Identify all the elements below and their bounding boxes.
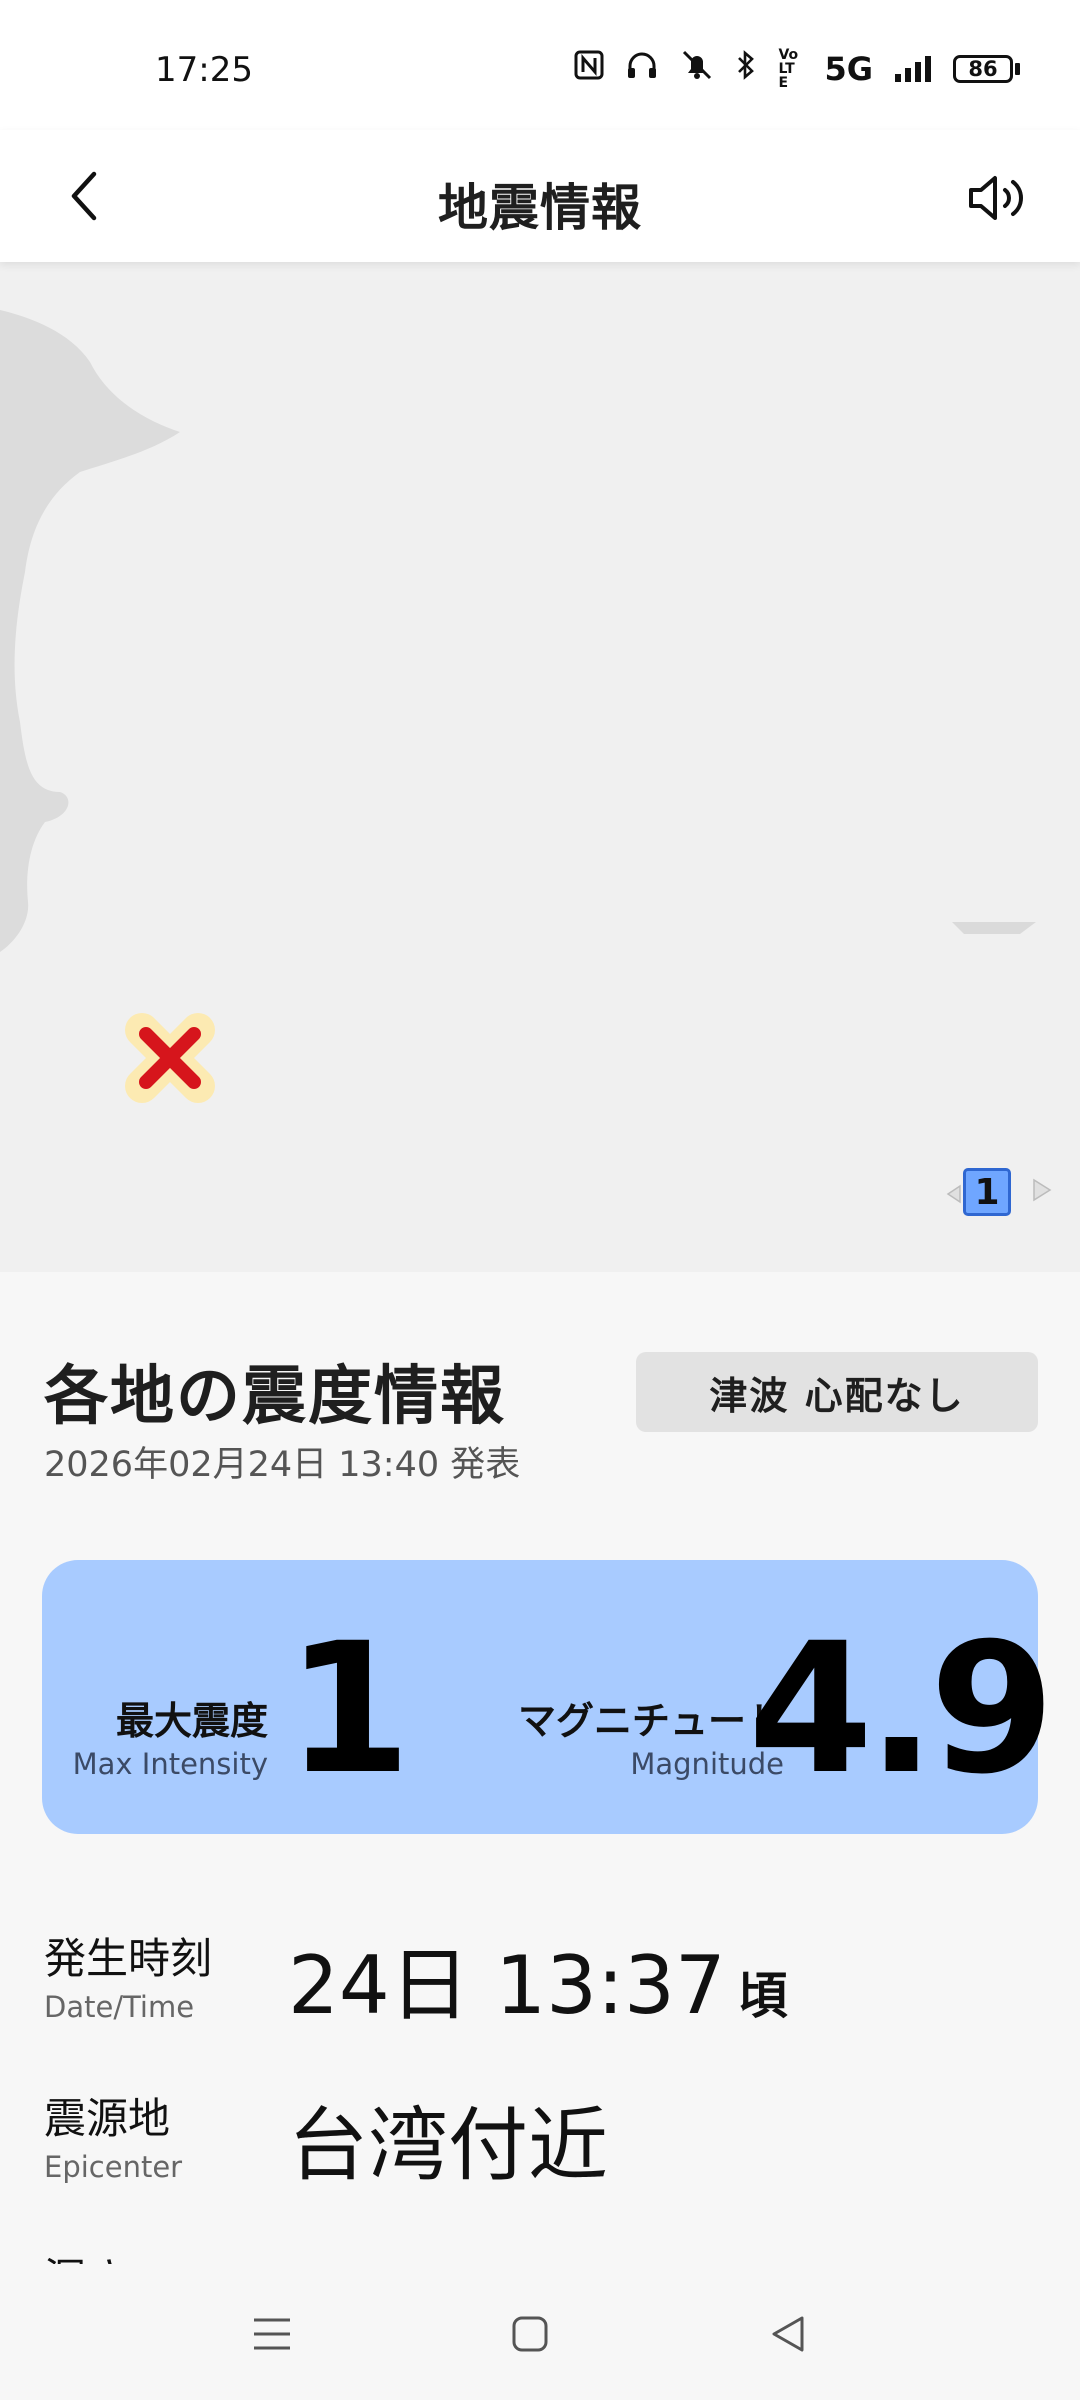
time-label: 発生時刻 Date/Time	[44, 1934, 213, 2024]
status-bar: 17:25 Vo LTE 5G 86	[0, 0, 1080, 130]
bluetooth-icon	[736, 49, 756, 89]
time-value: 24日 13:37 頃	[288, 1939, 788, 2032]
system-nav-bar	[0, 2264, 1080, 2400]
status-time: 17:25	[155, 50, 253, 90]
nfc-icon	[574, 50, 604, 88]
max-intensity-label: 最大震度 Max Intensity	[72, 1699, 268, 1781]
magnitude-value: 4.9	[748, 1605, 1055, 1814]
page-title: 地震情報	[438, 179, 642, 237]
network-type: 5G	[824, 50, 873, 88]
battery-icon: 86	[953, 55, 1020, 83]
max-intensity-value: 1	[286, 1605, 412, 1814]
speaker-icon[interactable]	[958, 158, 1038, 238]
epicenter-value: 台湾付近	[288, 2099, 608, 2192]
map-landmass	[0, 310, 1036, 952]
detail-row-epicenter: 震源地 Epicenter 台湾付近	[44, 2085, 608, 2192]
bell-muted-icon	[680, 49, 714, 89]
earthquake-map[interactable]: 1	[0, 262, 1080, 1272]
volte-icon: Vo LTE	[778, 47, 799, 91]
detail-row-time: 発生時刻 Date/Time 24日 13:37 頃	[44, 1925, 788, 2032]
headphones-icon	[626, 50, 658, 88]
signal-icon	[895, 56, 931, 82]
epicenter-label: 震源地 Epicenter	[44, 2094, 183, 2184]
announcement-time: 2026年02月24日 13:40 発表	[44, 1445, 521, 1485]
status-icons: Vo LTE 5G 86	[574, 48, 1020, 90]
intensity-pin-value: 1	[963, 1168, 1011, 1216]
summary-card: 最大震度 Max Intensity 1 マグニチュード Magnitude 4…	[42, 1560, 1055, 1834]
home-icon[interactable]	[500, 2304, 560, 2364]
epicenter-x-icon[interactable]	[122, 1010, 218, 1106]
tsunami-badge: 津波 心配なし	[636, 1352, 1038, 1432]
intensity-pin[interactable]: 1	[946, 1164, 1054, 1224]
section-title: 各地の震度情報	[44, 1360, 506, 1434]
battery-level: 86	[953, 55, 1013, 83]
menu-icon[interactable]	[242, 2304, 302, 2364]
back-triangle-icon[interactable]	[758, 2304, 818, 2364]
app-bar: 地震情報	[0, 130, 1080, 262]
magnitude-label: マグニチュード Magnitude	[517, 1699, 784, 1781]
